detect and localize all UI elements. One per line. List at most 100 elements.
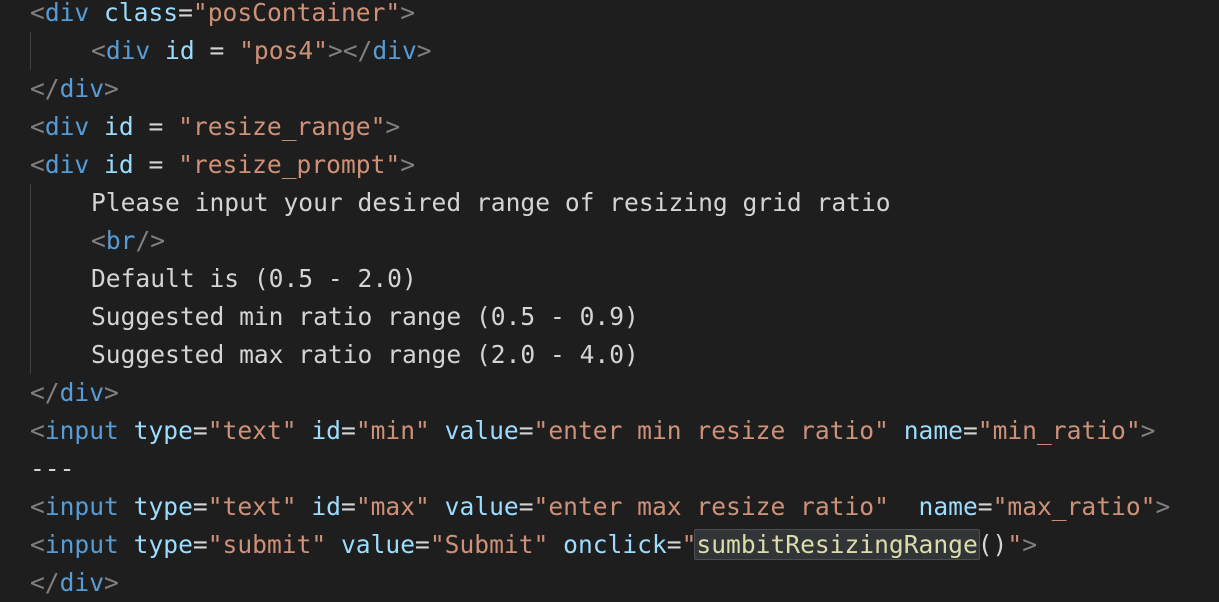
code-token-punc: > xyxy=(1022,530,1037,559)
code-line[interactable]: <input type="text" id="max" value="enter… xyxy=(30,488,1219,526)
code-token-sp xyxy=(119,416,134,445)
code-token-op: = xyxy=(194,36,240,65)
code-token-op: = xyxy=(518,492,534,521)
code-token-str: "min" xyxy=(355,416,430,445)
code-token-tag: div xyxy=(105,36,151,65)
code-token-attr: type xyxy=(133,492,193,521)
code-token-tag: div xyxy=(44,112,90,141)
code-token-op: = xyxy=(977,492,993,521)
code-token-attr: id xyxy=(104,150,134,179)
code-token-punc: < xyxy=(91,36,106,65)
code-token-str: "posContainer" xyxy=(192,0,401,27)
code-line[interactable]: <div id = "resize_range"> xyxy=(30,108,1219,146)
code-token-punc: < xyxy=(30,112,45,141)
code-token-attr: value xyxy=(444,492,519,521)
code-token-attr: onclick xyxy=(563,530,667,559)
code-token-tag: input xyxy=(44,530,119,559)
code-token-punc: < xyxy=(30,492,45,521)
code-line[interactable]: <input type="submit" value="Submit" oncl… xyxy=(30,526,1219,564)
code-token-attr: type xyxy=(133,530,193,559)
code-token-attr: name xyxy=(903,416,963,445)
code-token-punc: </ xyxy=(30,74,60,103)
code-token-punc: > xyxy=(385,112,401,141)
code-editor[interactable]: <div class="posContainer"> <div id = "pos… xyxy=(0,0,1219,602)
code-token-tag: div xyxy=(59,568,105,597)
code-token-attr: id xyxy=(311,416,341,445)
code-token-punc: < xyxy=(30,0,45,27)
code-token-tag: div xyxy=(44,150,90,179)
code-token-sp xyxy=(89,0,104,27)
code-line[interactable]: --- xyxy=(30,450,1219,488)
code-token-text: --- xyxy=(30,454,75,483)
code-token-str: "Submit" xyxy=(429,530,549,559)
code-token-punc: > xyxy=(400,150,416,179)
code-token-op: = xyxy=(341,492,356,521)
code-token-attr: class xyxy=(104,0,179,27)
code-token-text: Suggested min ratio range (0.5 - 0.9) xyxy=(91,302,639,331)
code-token-sp xyxy=(119,530,134,559)
code-line[interactable]: <div id = "resize_prompt"> xyxy=(30,146,1219,184)
code-token-str: "pos4" xyxy=(239,36,328,65)
code-token-op: = xyxy=(192,492,208,521)
code-token-sp xyxy=(889,492,919,521)
code-token-punc: < xyxy=(30,150,45,179)
code-token-punc: /> xyxy=(135,226,166,255)
code-token-op: = xyxy=(192,416,208,445)
code-line[interactable]: </div> xyxy=(30,374,1219,412)
code-token-str: "resize_prompt" xyxy=(178,150,401,179)
code-token-punc: > xyxy=(400,0,416,27)
code-token-sp xyxy=(150,36,165,65)
code-token-punc: > xyxy=(104,568,119,597)
code-line[interactable]: <br/> xyxy=(30,222,1219,260)
code-token-punc: > xyxy=(1155,492,1171,521)
code-token-str: "resize_range" xyxy=(178,112,386,141)
code-token-str: "min_ratio" xyxy=(977,416,1141,445)
code-line[interactable]: <input type="text" id="min" value="enter… xyxy=(30,412,1219,450)
code-token-op: = xyxy=(133,112,179,141)
code-token-op: = xyxy=(962,416,978,445)
code-token-sp xyxy=(89,150,104,179)
code-token-op: = xyxy=(518,416,534,445)
code-token-text: Default is (0.5 - 2.0) xyxy=(91,264,417,293)
code-token-punc: > xyxy=(416,36,432,65)
code-token-punc: < xyxy=(30,530,45,559)
code-token-str: "submit" xyxy=(207,530,327,559)
code-token-str: "max" xyxy=(355,492,430,521)
code-line[interactable]: Suggested max ratio range (2.0 - 4.0) xyxy=(30,336,1219,374)
code-line[interactable]: </div> xyxy=(30,70,1219,108)
code-lines: <div class="posContainer"> <div id = "pos… xyxy=(30,0,1219,602)
code-token-op: = xyxy=(133,150,179,179)
code-token-tag: input xyxy=(44,416,119,445)
code-token-attr: value xyxy=(444,416,519,445)
code-token-str: "max_ratio" xyxy=(992,492,1156,521)
code-token-sp xyxy=(889,416,904,445)
code-token-op: = xyxy=(178,0,193,27)
code-token-sp xyxy=(430,416,445,445)
code-token-punc: </ xyxy=(30,568,60,597)
code-token-attr: value xyxy=(341,530,416,559)
code-token-attr: id xyxy=(311,492,341,521)
highlighted-symbol: sumbitResizingRange xyxy=(694,529,980,560)
code-token-str: "enter max resize ratio" xyxy=(533,492,889,521)
code-token-tag: div xyxy=(59,74,105,103)
code-token-attr: name xyxy=(918,492,978,521)
code-token-op: = xyxy=(341,416,356,445)
code-token-str: "enter min resize ratio" xyxy=(533,416,889,445)
code-line[interactable]: <div class="posContainer"> xyxy=(30,0,1219,32)
code-token-sp xyxy=(89,112,104,141)
code-line[interactable]: </div> xyxy=(30,564,1219,602)
code-line[interactable]: Default is (0.5 - 2.0) xyxy=(30,260,1219,298)
code-token-attr: type xyxy=(133,416,193,445)
code-line[interactable]: Please input your desired range of resiz… xyxy=(30,184,1219,222)
code-token-tag: div xyxy=(59,378,105,407)
code-line[interactable]: Suggested min ratio range (0.5 - 0.9) xyxy=(30,298,1219,336)
code-token-punc: > xyxy=(1140,416,1156,445)
code-token-tag: div xyxy=(44,0,90,27)
code-token-sp xyxy=(326,530,341,559)
code-token-op: = xyxy=(192,530,208,559)
code-token-punc: < xyxy=(91,226,106,255)
code-token-punc: ></ xyxy=(327,36,373,65)
code-token-sp xyxy=(548,530,563,559)
code-token-sp xyxy=(297,492,312,521)
code-line[interactable]: <div id = "pos4"></div> xyxy=(30,32,1219,70)
